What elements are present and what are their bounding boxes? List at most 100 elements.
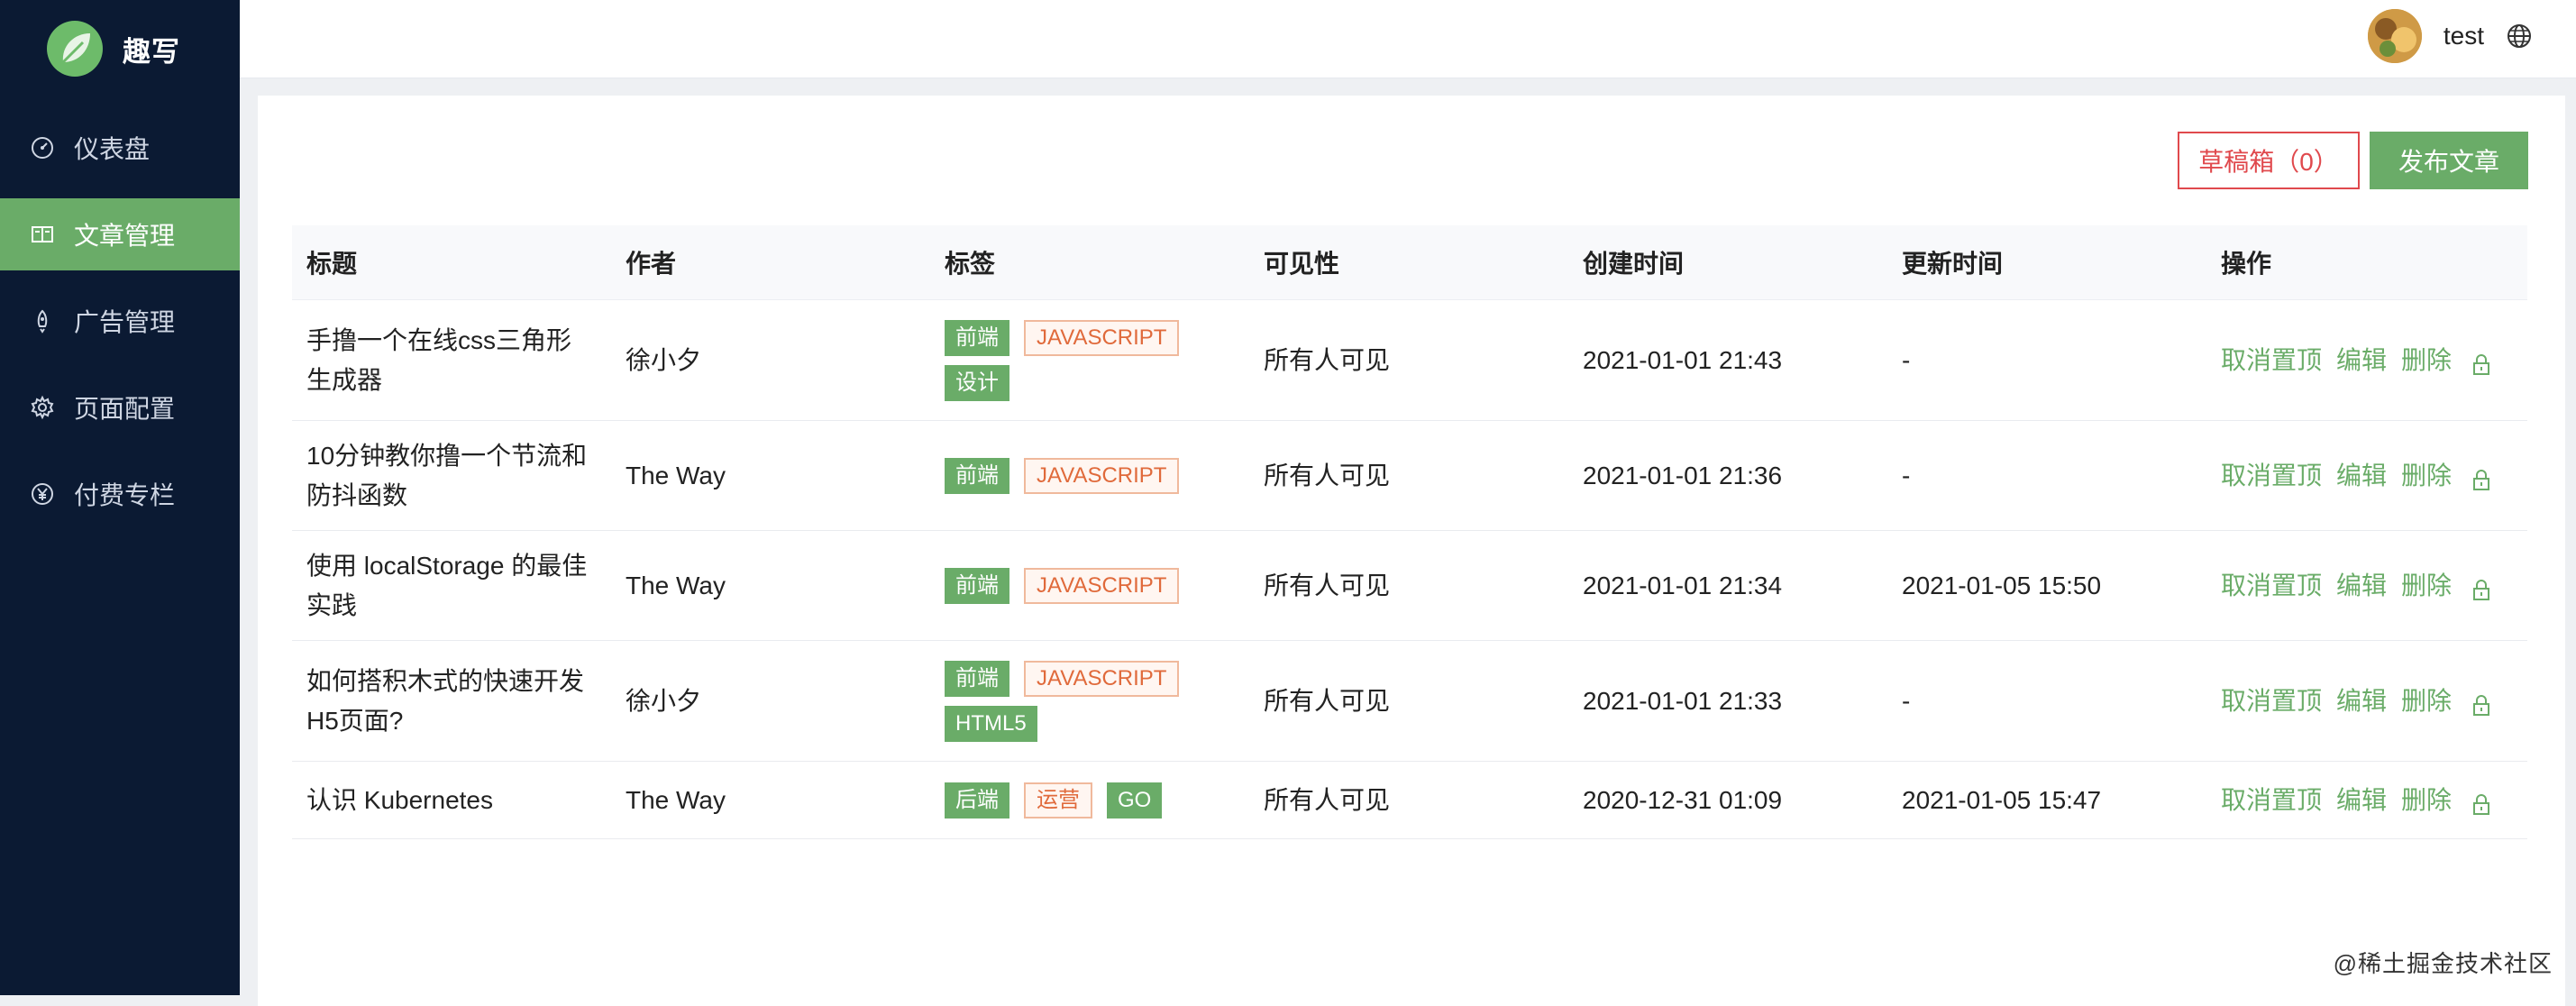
table-header: 标题 作者 标签 可见性 创建时间 更新时间 操作 xyxy=(292,225,2527,300)
tag: 运营 xyxy=(1024,782,1092,819)
table-row: 10分钟教你撸一个节流和防抖函数 The Way 前端 JAVASCRIPT 所… xyxy=(292,421,2527,531)
unpin-link[interactable]: 取消置顶 xyxy=(2221,456,2322,496)
globe-icon[interactable] xyxy=(2506,23,2533,50)
rocket-icon xyxy=(29,307,56,334)
drafts-button[interactable]: 草稿箱（0） xyxy=(2178,132,2360,189)
article-tags: 后端 运营 GO xyxy=(930,782,1249,819)
lock-icon[interactable] xyxy=(2470,574,2493,600)
article-updated: 2021-01-05 15:50 xyxy=(1902,571,2102,599)
yen-icon xyxy=(29,480,56,508)
sidebar-item-label: 页面配置 xyxy=(74,395,176,423)
table-row: 手撸一个在线css三角形生成器 徐小夕 前端 JAVASCRIPT 设计 所有人… xyxy=(292,300,2527,421)
article-author: The Way xyxy=(626,571,726,599)
table-row: 如何搭积木式的快速开发H5页面? 徐小夕 前端 JAVASCRIPT HTML5… xyxy=(292,641,2527,762)
article-created: 2020-12-31 01:09 xyxy=(1583,785,1783,814)
column-header-title: 标题 xyxy=(306,250,358,278)
avatar[interactable] xyxy=(2367,9,2422,63)
watermark: @稀土掘金技术社区 xyxy=(2333,950,2553,977)
lock-icon[interactable] xyxy=(2470,349,2493,375)
content-panel: 草稿箱（0） 发布文章 标题 作者 标签 可见性 创建时间 更新时间 操作 手撸… xyxy=(258,96,2565,1006)
article-tags: 前端 JAVASCRIPT 设计 xyxy=(930,319,1249,401)
edit-link[interactable]: 编辑 xyxy=(2336,681,2387,721)
sidebar-item-label: 仪表盘 xyxy=(74,135,151,163)
article-tags: 前端 JAVASCRIPT HTML5 xyxy=(930,660,1249,742)
column-header-tags: 标签 xyxy=(945,250,996,278)
row-actions: 取消置顶 编辑 删除 xyxy=(2206,566,2527,606)
article-updated: - xyxy=(1902,461,1911,489)
sidebar-item-dashboard[interactable]: 仪表盘 xyxy=(0,112,240,184)
delete-link[interactable]: 删除 xyxy=(2401,781,2452,820)
article-visibility: 所有人可见 xyxy=(1264,461,1391,489)
tag: 设计 xyxy=(945,364,1009,401)
article-visibility: 所有人可见 xyxy=(1264,686,1391,715)
article-created: 2021-01-01 21:43 xyxy=(1583,345,1783,374)
publish-article-button[interactable]: 发布文章 xyxy=(2370,132,2528,189)
app-logo[interactable]: 趣写 xyxy=(47,20,180,78)
article-author: The Way xyxy=(626,461,726,489)
tag: 后端 xyxy=(945,782,1009,819)
article-title[interactable]: 使用 localStorage 的最佳实践 xyxy=(292,546,611,626)
tag: HTML5 xyxy=(945,705,1037,742)
article-title[interactable]: 手撸一个在线css三角形生成器 xyxy=(292,321,611,400)
unpin-link[interactable]: 取消置顶 xyxy=(2221,341,2322,380)
articles-table: 标题 作者 标签 可见性 创建时间 更新时间 操作 手撸一个在线css三角形生成… xyxy=(292,225,2527,839)
leaf-logo-icon xyxy=(47,21,103,77)
row-actions: 取消置顶 编辑 删除 xyxy=(2206,781,2527,820)
sidebar-item-articles[interactable]: 文章管理 xyxy=(0,198,240,270)
article-visibility: 所有人可见 xyxy=(1264,785,1391,814)
article-tags: 前端 JAVASCRIPT xyxy=(930,567,1249,604)
tag: JAVASCRIPT xyxy=(1024,319,1180,356)
article-created: 2021-01-01 21:34 xyxy=(1583,571,1783,599)
app-name: 趣写 xyxy=(123,35,180,68)
column-header-updated: 更新时间 xyxy=(1902,250,2004,278)
tag: 前端 xyxy=(945,567,1009,604)
sidebar-item-paid-column[interactable]: 付费专栏 xyxy=(0,458,240,530)
tag: GO xyxy=(1107,782,1163,819)
column-header-author: 作者 xyxy=(626,250,677,278)
tag: 前端 xyxy=(945,457,1009,494)
article-created: 2021-01-01 21:33 xyxy=(1583,686,1783,715)
edit-link[interactable]: 编辑 xyxy=(2336,781,2387,820)
dashboard-icon xyxy=(29,134,56,161)
article-title[interactable]: 认识 Kubernetes xyxy=(292,781,611,820)
edit-link[interactable]: 编辑 xyxy=(2336,456,2387,496)
delete-link[interactable]: 删除 xyxy=(2401,566,2452,606)
unpin-link[interactable]: 取消置顶 xyxy=(2221,681,2322,721)
table-row: 认识 Kubernetes The Way 后端 运营 GO 所有人可见 202… xyxy=(292,762,2527,839)
tag: JAVASCRIPT xyxy=(1024,567,1180,604)
sidebar-item-page-config[interactable]: 页面配置 xyxy=(0,371,240,444)
delete-link[interactable]: 删除 xyxy=(2401,341,2452,380)
article-author: 徐小夕 xyxy=(626,686,702,715)
article-updated: - xyxy=(1902,345,1911,374)
book-icon xyxy=(29,221,56,248)
user-menu[interactable]: test xyxy=(2367,7,2533,65)
row-actions: 取消置顶 编辑 删除 xyxy=(2206,681,2527,721)
article-author: The Way xyxy=(626,785,726,814)
delete-link[interactable]: 删除 xyxy=(2401,681,2452,721)
edit-link[interactable]: 编辑 xyxy=(2336,341,2387,380)
unpin-link[interactable]: 取消置顶 xyxy=(2221,566,2322,606)
article-updated: 2021-01-05 15:47 xyxy=(1902,785,2102,814)
sidebar-item-label: 文章管理 xyxy=(74,222,176,250)
delete-link[interactable]: 删除 xyxy=(2401,456,2452,496)
tag: 前端 xyxy=(945,660,1009,697)
article-title[interactable]: 如何搭积木式的快速开发H5页面? xyxy=(292,662,611,741)
article-updated: - xyxy=(1902,686,1911,715)
article-visibility: 所有人可见 xyxy=(1264,345,1391,374)
row-actions: 取消置顶 编辑 删除 xyxy=(2206,341,2527,380)
article-created: 2021-01-01 21:36 xyxy=(1583,461,1783,489)
tag: JAVASCRIPT xyxy=(1024,457,1180,494)
sidebar-item-label: 付费专栏 xyxy=(74,481,176,509)
unpin-link[interactable]: 取消置顶 xyxy=(2221,781,2322,820)
username[interactable]: test xyxy=(2444,22,2484,50)
article-tags: 前端 JAVASCRIPT xyxy=(930,457,1249,494)
column-header-visibility: 可见性 xyxy=(1264,250,1340,278)
sidebar-item-ads[interactable]: 广告管理 xyxy=(0,285,240,357)
article-title[interactable]: 10分钟教你撸一个节流和防抖函数 xyxy=(292,436,611,516)
article-author: 徐小夕 xyxy=(626,345,702,374)
lock-icon[interactable] xyxy=(2470,690,2493,716)
lock-icon[interactable] xyxy=(2470,789,2493,815)
sidebar-item-label: 广告管理 xyxy=(74,308,176,336)
lock-icon[interactable] xyxy=(2470,464,2493,490)
edit-link[interactable]: 编辑 xyxy=(2336,566,2387,606)
